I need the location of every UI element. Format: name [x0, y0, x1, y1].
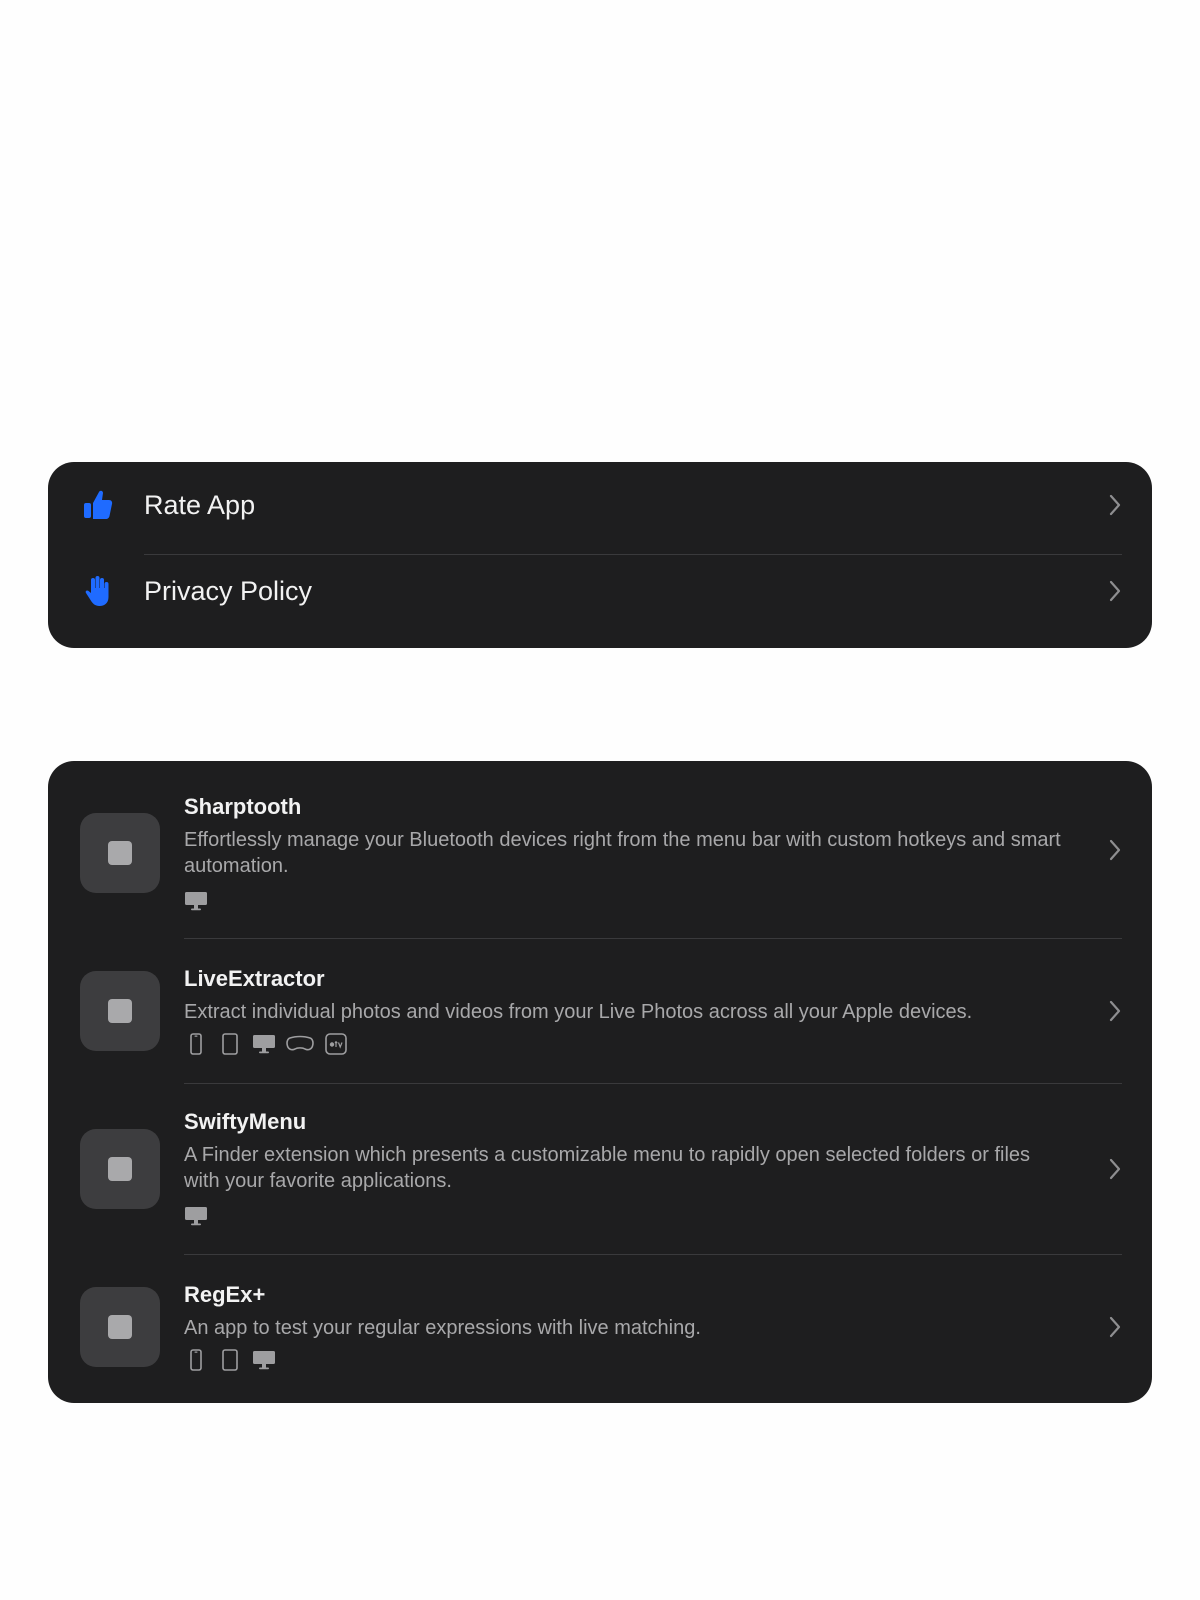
chevron-right-icon [1109, 1000, 1121, 1022]
app-icon [80, 971, 160, 1051]
chevron-right-icon [1109, 839, 1121, 861]
app-name: Sharptooth [184, 794, 302, 819]
iphone-icon [190, 1033, 202, 1055]
rate-app-row[interactable]: Rate App [48, 462, 1152, 548]
app-name: LiveExtractor [184, 966, 325, 991]
mac-icon [185, 892, 207, 911]
platform-icons [184, 1348, 286, 1372]
app-row-swiftymenu[interactable]: SwiftyMenu A Finder extension which pres… [48, 1084, 1152, 1254]
rate-app-label: Rate App [144, 490, 256, 520]
platform-icons [184, 1204, 218, 1228]
app-description: A Finder extension which presents a cust… [184, 1144, 1031, 1192]
hand-raised-icon [85, 576, 109, 606]
app-description: Effortlessly manage your Bluetooth devic… [184, 829, 1061, 877]
chevron-right-icon [1109, 1316, 1121, 1338]
mac-icon [253, 1351, 275, 1370]
app-description: Extract individual photos and videos fro… [184, 1001, 973, 1023]
ipad-icon [222, 1033, 238, 1055]
iphone-icon [190, 1349, 202, 1371]
privacy-policy-label: Privacy Policy [144, 576, 313, 606]
platform-icons [184, 1032, 358, 1056]
app-row-sharptooth[interactable]: Sharptooth Effortlessly manage your Blue… [48, 761, 1152, 939]
chevron-right-icon [1109, 1158, 1121, 1180]
app-description: An app to test your regular expressions … [184, 1317, 701, 1339]
app-name: SwiftyMenu [184, 1109, 307, 1134]
ipad-icon [222, 1349, 238, 1371]
links-card: Rate App Privacy Policy [48, 462, 1152, 648]
apple-tv-icon [325, 1033, 347, 1055]
platform-icons [184, 889, 218, 913]
apps-card: Sharptooth Effortlessly manage your Blue… [48, 761, 1152, 1403]
app-icon [80, 813, 160, 893]
chevron-right-icon [1109, 580, 1121, 602]
chevron-right-icon [1109, 494, 1121, 516]
privacy-policy-row[interactable]: Privacy Policy [48, 548, 1152, 634]
app-row-regex-plus[interactable]: RegEx+ An app to test your regular expre… [48, 1255, 1152, 1403]
mac-icon [253, 1035, 275, 1054]
vision-pro-icon [286, 1035, 314, 1051]
app-icon [80, 1129, 160, 1209]
app-icon [80, 1287, 160, 1367]
mac-icon [185, 1207, 207, 1226]
app-row-liveextractor[interactable]: LiveExtractor Extract individual photos … [48, 939, 1152, 1083]
app-name: RegEx+ [184, 1282, 266, 1307]
thumbs-up-icon [84, 490, 113, 519]
